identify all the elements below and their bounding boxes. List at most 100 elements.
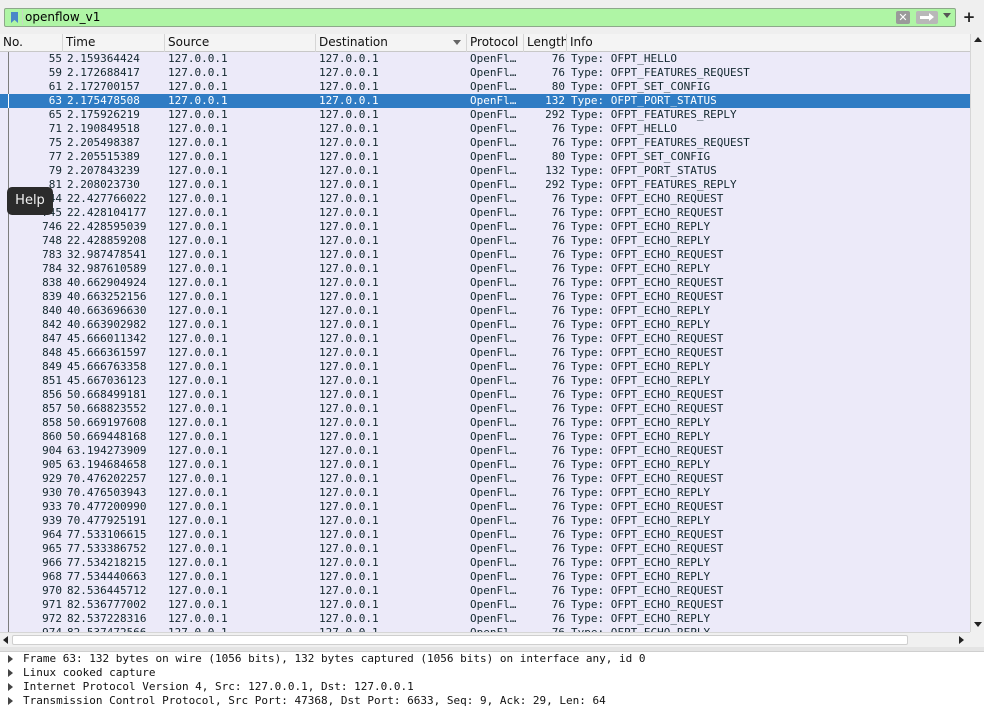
scroll-right-icon[interactable] [959, 636, 964, 644]
table-row[interactable]: 842 40.663902982 127.0.0.1 127.0.0.1 OpenFl…… [0, 318, 970, 332]
table-row[interactable]: 65 2.175926219 127.0.0.1 127.0.0.1 OpenFl… 29… [0, 108, 970, 122]
cell-protocol: OpenFl… [470, 500, 517, 513]
table-row[interactable]: 59 2.172688417 127.0.0.1 127.0.0.1 OpenFl… 76… [0, 66, 970, 80]
cell-no: 79 [48, 164, 62, 177]
cell-length: 76 [551, 430, 565, 443]
conversation-line [8, 220, 9, 234]
scroll-down-icon[interactable] [974, 622, 982, 627]
table-row[interactable]: 857 50.668823552 127.0.0.1 127.0.0.1 OpenFl…… [0, 402, 970, 416]
vertical-scrollbar[interactable] [970, 34, 984, 632]
table-row[interactable]: 939 70.477925191 127.0.0.1 127.0.0.1 OpenFl…… [0, 514, 970, 528]
cell-time: 40.663902982 [67, 318, 147, 331]
cell-destination: 127.0.0.1 [319, 486, 379, 499]
display-filter-input[interactable]: openflow_v1 ✕ [4, 8, 956, 27]
table-row[interactable]: 849 45.666763358 127.0.0.1 127.0.0.1 OpenFl…… [0, 360, 970, 374]
expand-arrow-icon[interactable] [8, 669, 13, 677]
cell-source: 127.0.0.1 [168, 220, 228, 233]
cell-info: Type: OFPT_ECHO_REPLY [571, 234, 711, 247]
apply-filter-button[interactable] [916, 11, 938, 24]
cell-protocol: OpenFl… [470, 360, 517, 373]
expand-arrow-icon[interactable] [8, 683, 13, 691]
table-row[interactable]: 860 50.669448168 127.0.0.1 127.0.0.1 OpenFl…… [0, 430, 970, 444]
table-row[interactable]: 972 82.537228316 127.0.0.1 127.0.0.1 OpenFl…… [0, 612, 970, 626]
packet-details-pane[interactable]: Frame 63: 132 bytes on wire (1056 bits),… [0, 652, 984, 708]
cell-no: 748 [42, 234, 62, 247]
table-row[interactable]: 77 2.205515389 127.0.0.1 127.0.0.1 OpenFl… 80… [0, 150, 970, 164]
horizontal-scrollbar[interactable] [0, 632, 970, 647]
table-row[interactable]: 964 77.533106615 127.0.0.1 127.0.0.1 OpenFl…… [0, 528, 970, 542]
cell-length: 76 [551, 458, 565, 471]
column-header-length[interactable]: Length [524, 34, 567, 52]
detail-tree-item[interactable]: Transmission Control Protocol, Src Port:… [0, 694, 984, 708]
cell-destination: 127.0.0.1 [319, 150, 379, 163]
table-row[interactable]: 840 40.663696630 127.0.0.1 127.0.0.1 OpenFl…… [0, 304, 970, 318]
column-header-time[interactable]: Time [63, 34, 165, 52]
cell-destination: 127.0.0.1 [319, 402, 379, 415]
table-row[interactable]: 71 2.190849518 127.0.0.1 127.0.0.1 OpenFl… 76… [0, 122, 970, 136]
table-row[interactable]: 970 82.536445712 127.0.0.1 127.0.0.1 OpenFl…… [0, 584, 970, 598]
cell-no: 965 [42, 542, 62, 555]
table-row[interactable]: 968 77.534440663 127.0.0.1 127.0.0.1 OpenFl…… [0, 570, 970, 584]
detail-tree-item[interactable]: Linux cooked capture [0, 666, 984, 680]
table-row[interactable]: 746 22.428595039 127.0.0.1 127.0.0.1 OpenFl…… [0, 220, 970, 234]
add-filter-button[interactable]: + [961, 8, 977, 26]
table-row[interactable]: 847 45.666011342 127.0.0.1 127.0.0.1 OpenFl…… [0, 332, 970, 346]
table-row[interactable]: 74522.428104177127.0.0.1127.0.0.1OpenFl…… [0, 206, 970, 220]
filter-history-dropdown[interactable] [943, 13, 951, 18]
cell-no: 842 [42, 318, 62, 331]
table-row[interactable]: 55 2.159364424 127.0.0.1 127.0.0.1 OpenFl… 76… [0, 52, 970, 66]
table-row[interactable]: 851 45.667036123 127.0.0.1 127.0.0.1 OpenFl…… [0, 374, 970, 388]
cell-source: 127.0.0.1 [168, 542, 228, 555]
table-row[interactable]: 784 32.987610589 127.0.0.1 127.0.0.1 OpenFl…… [0, 262, 970, 276]
table-row[interactable]: 838 40.662904924 127.0.0.1 127.0.0.1 OpenFl…… [0, 276, 970, 290]
table-row[interactable]: 966 77.534218215 127.0.0.1 127.0.0.1 OpenFl…… [0, 556, 970, 570]
table-row[interactable]: 75 2.205498387 127.0.0.1 127.0.0.1 OpenFl… 76… [0, 136, 970, 150]
cell-time: 40.663696630 [67, 304, 147, 317]
table-row[interactable]: 783 32.987478541 127.0.0.1 127.0.0.1 OpenFl…… [0, 248, 970, 262]
cell-source: 127.0.0.1 [168, 444, 228, 457]
filter-bookmark-button[interactable] [6, 10, 23, 25]
table-row[interactable]: 933 70.477200990 127.0.0.1 127.0.0.1 OpenFl…… [0, 500, 970, 514]
table-row[interactable]: 81 2.208023730 127.0.0.1 127.0.0.1 OpenFl… 29… [0, 178, 970, 192]
cell-protocol: OpenFl… [470, 248, 517, 261]
cell-info: Type: OFPT_ECHO_REPLY [571, 486, 711, 499]
cell-time: 82.536445712 [67, 584, 147, 597]
packet-list[interactable]: No. Time Source Destination Protocol Len… [0, 34, 970, 632]
table-row[interactable]: 79 2.207843239 127.0.0.1 127.0.0.1 OpenFl… 13… [0, 164, 970, 178]
table-row[interactable]: 904 63.194273909 127.0.0.1 127.0.0.1 OpenFl…… [0, 444, 970, 458]
table-row[interactable]: 61 2.172700157 127.0.0.1 127.0.0.1 OpenFl… 80… [0, 80, 970, 94]
column-header-no[interactable]: No. [0, 34, 63, 52]
cell-source: 127.0.0.1 [168, 178, 228, 191]
table-row[interactable]: 858 50.669197608 127.0.0.1 127.0.0.1 OpenFl…… [0, 416, 970, 430]
horizontal-scroll-thumb[interactable] [12, 635, 908, 645]
table-row[interactable]: 905 63.194684658 127.0.0.1 127.0.0.1 OpenFl…… [0, 458, 970, 472]
detail-tree-item[interactable]: Internet Protocol Version 4, Src: 127.0.… [0, 680, 984, 694]
table-row[interactable]: 965 77.533386752 127.0.0.1 127.0.0.1 OpenFl…… [0, 542, 970, 556]
column-header-source[interactable]: Source [165, 34, 316, 52]
table-row[interactable]: 971 82.536777002 127.0.0.1 127.0.0.1 OpenFl…… [0, 598, 970, 612]
scroll-up-icon[interactable] [974, 37, 982, 42]
table-row[interactable]: 856 50.668499181 127.0.0.1 127.0.0.1 OpenFl…… [0, 388, 970, 402]
cell-no: 929 [42, 472, 62, 485]
column-header-info[interactable]: Info [567, 34, 970, 52]
cell-info: Type: OFPT_ECHO_REQUEST [571, 206, 724, 219]
detail-tree-item[interactable]: Frame 63: 132 bytes on wire (1056 bits),… [0, 652, 984, 666]
expand-arrow-icon[interactable] [8, 655, 13, 663]
conversation-line [8, 234, 9, 248]
cell-info: Type: OFPT_HELLO [571, 122, 677, 135]
display-filter-text[interactable]: openflow_v1 [25, 10, 100, 25]
table-row[interactable]: 839 40.663252156 127.0.0.1 127.0.0.1 OpenFl…… [0, 290, 970, 304]
table-row[interactable]: 929 70.476202257 127.0.0.1 127.0.0.1 OpenFl…… [0, 472, 970, 486]
clear-filter-button[interactable]: ✕ [896, 11, 910, 24]
cell-no: 933 [42, 500, 62, 513]
table-row[interactable]: 930 70.476503943 127.0.0.1 127.0.0.1 OpenFl…… [0, 486, 970, 500]
column-header-protocol[interactable]: Protocol [467, 34, 524, 52]
table-row-selected[interactable]: 63 2.175478508 127.0.0.1 127.0.0.1 OpenFl… 13… [0, 94, 970, 108]
scroll-left-icon[interactable] [3, 636, 8, 644]
expand-arrow-icon[interactable] [8, 697, 13, 705]
column-header-destination[interactable]: Destination [316, 34, 467, 52]
table-row[interactable]: 848 45.666361597 127.0.0.1 127.0.0.1 OpenFl…… [0, 346, 970, 360]
table-row[interactable]: 74422.427766022127.0.0.1127.0.0.1OpenFl…… [0, 192, 970, 206]
table-row[interactable]: 748 22.428859208 127.0.0.1 127.0.0.1 OpenFl…… [0, 234, 970, 248]
cell-time: 50.669197608 [67, 416, 147, 429]
